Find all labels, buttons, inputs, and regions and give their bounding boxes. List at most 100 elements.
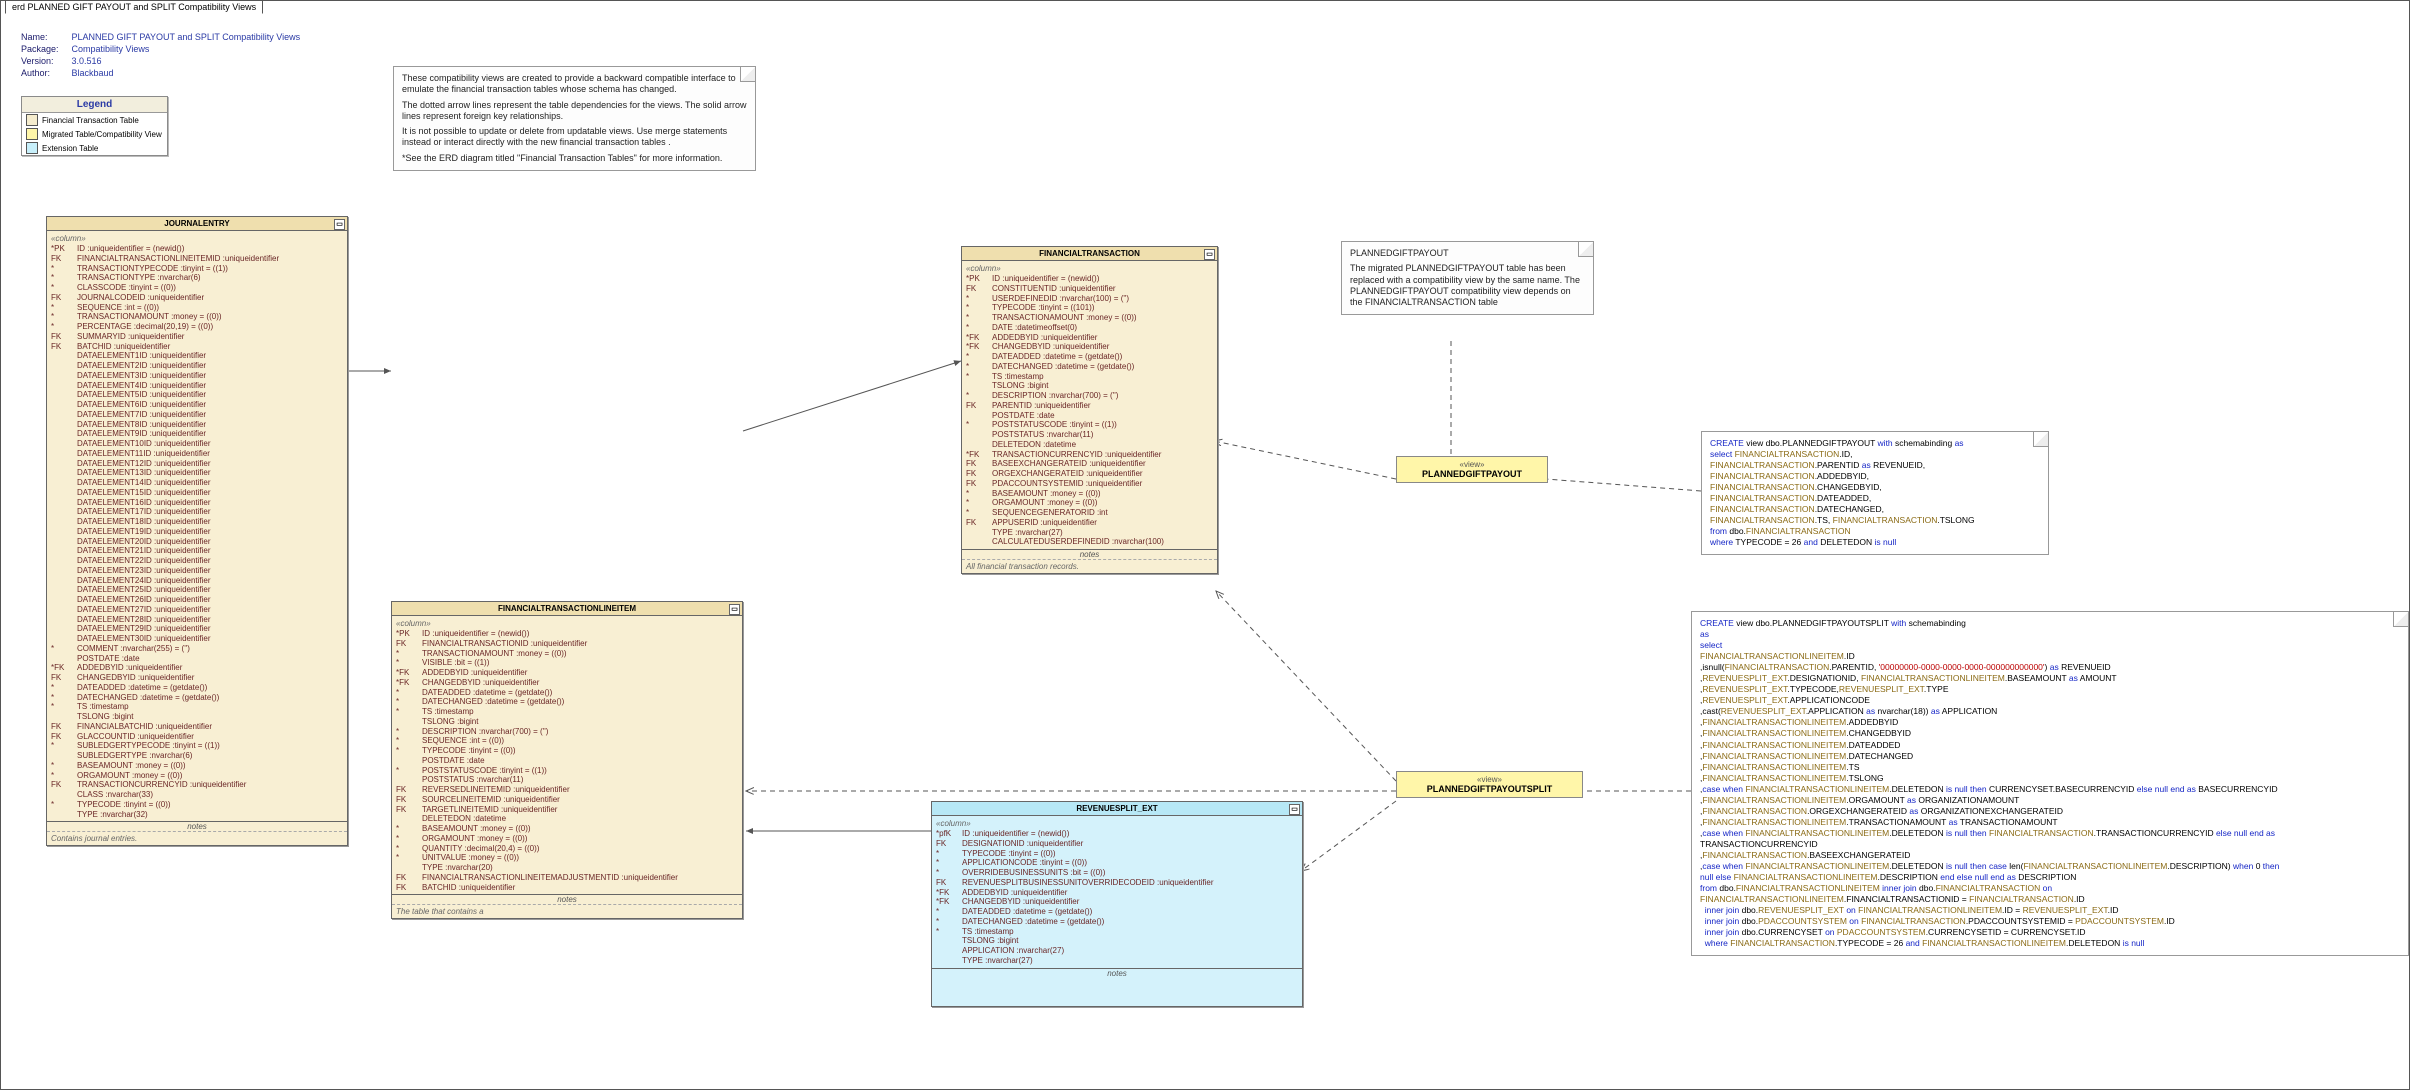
column-row: *FKCHANGEDBYID :uniqueidentifier: [966, 342, 1213, 352]
column-row: DELETEDON :datetime: [396, 814, 738, 824]
column-row: DATAELEMENT4ID :uniqueidentifier: [51, 381, 343, 391]
column-row: FKPDACCOUNTSYSTEMID :uniqueidentifier: [966, 479, 1213, 489]
column-row: FKBATCHID :uniqueidentifier: [396, 883, 738, 893]
column-row: *DATECHANGED :datetime = (getdate()): [396, 697, 738, 707]
column-row: CLASS :nvarchar(33): [51, 790, 343, 800]
column-row: TYPE :nvarchar(27): [936, 956, 1298, 966]
column-row: DATAELEMENT25ID :uniqueidentifier: [51, 585, 343, 595]
legend-box: Legend Financial Transaction Table Migra…: [21, 96, 168, 156]
entity-journalentry[interactable]: JOURNALENTRY▭ «column» *PKID :uniqueiden…: [46, 216, 348, 846]
column-row: *UNITVALUE :money = ((0)): [396, 853, 738, 863]
column-row: DATAELEMENT1ID :uniqueidentifier: [51, 351, 343, 361]
sql-plannedgiftpayout: CREATE view dbo.PLANNEDGIFTPAYOUT with s…: [1701, 431, 2049, 555]
column-row: *QUANTITY :decimal(20,4) = ((0)): [396, 844, 738, 854]
column-row: *DATEADDED :datetime = (getdate()): [966, 352, 1213, 362]
column-row: *TRANSACTIONAMOUNT :money = ((0)): [51, 312, 343, 322]
column-row: *FKTRANSACTIONCURRENCYID :uniqueidentifi…: [966, 450, 1213, 460]
column-row: *POSTSTATUSCODE :tinyint = ((1)): [396, 766, 738, 776]
column-row: FKREVENUESPLITBUSINESSUNITOVERRIDECODEID…: [936, 878, 1298, 888]
column-row: *FKCHANGEDBYID :uniqueidentifier: [936, 897, 1298, 907]
column-row: DATAELEMENT21ID :uniqueidentifier: [51, 546, 343, 556]
column-row: DELETEDON :datetime: [966, 440, 1213, 450]
column-row: *FKADDEDBYID :uniqueidentifier: [936, 888, 1298, 898]
column-row: SUBLEDGERTYPE :nvarchar(6): [51, 751, 343, 761]
column-row: DATAELEMENT27ID :uniqueidentifier: [51, 605, 343, 615]
view-plannedgiftpayout[interactable]: «view» PLANNEDGIFTPAYOUT: [1396, 456, 1548, 483]
column-row: DATAELEMENT22ID :uniqueidentifier: [51, 556, 343, 566]
column-row: *ORGAMOUNT :money = ((0)): [966, 498, 1213, 508]
column-row: FKFINANCIALTRANSACTIONLINEITEMID :unique…: [51, 254, 343, 264]
column-row: *pfKID :uniqueidentifier = (newid()): [936, 829, 1298, 839]
collapse-icon[interactable]: ▭: [729, 604, 740, 615]
column-row: *ORGAMOUNT :money = ((0)): [51, 771, 343, 781]
column-row: DATAELEMENT29ID :uniqueidentifier: [51, 624, 343, 634]
column-row: TSLONG :bigint: [936, 936, 1298, 946]
column-row: FKORGEXCHANGERATEID :uniqueidentifier: [966, 469, 1213, 479]
column-row: *SUBLEDGERTYPECODE :tinyint = ((1)): [51, 741, 343, 751]
column-row: TYPE :nvarchar(32): [51, 810, 343, 820]
column-row: DATAELEMENT9ID :uniqueidentifier: [51, 429, 343, 439]
column-row: POSTDATE :date: [396, 756, 738, 766]
column-row: APPLICATION :nvarchar(27): [936, 946, 1298, 956]
column-row: FKPARENTID :uniqueidentifier: [966, 401, 1213, 411]
column-row: *CLASSCODE :tinyint = ((0)): [51, 283, 343, 293]
column-row: *FKADDEDBYID :uniqueidentifier: [51, 663, 343, 673]
column-row: *BASEAMOUNT :money = ((0)): [966, 489, 1213, 499]
column-row: *COMMENT :nvarchar(255) = (''): [51, 644, 343, 654]
column-row: DATAELEMENT28ID :uniqueidentifier: [51, 615, 343, 625]
column-row: *DATEADDED :datetime = (getdate()): [936, 907, 1298, 917]
column-row: *SEQUENCEGENERATORID :int: [966, 508, 1213, 518]
column-row: *PKID :uniqueidentifier = (newid()): [966, 274, 1213, 284]
column-row: TSLONG :bigint: [51, 712, 343, 722]
column-row: *BASEAMOUNT :money = ((0)): [396, 824, 738, 834]
column-row: DATAELEMENT14ID :uniqueidentifier: [51, 478, 343, 488]
column-row: DATAELEMENT2ID :uniqueidentifier: [51, 361, 343, 371]
column-row: FKSUMMARYID :uniqueidentifier: [51, 332, 343, 342]
column-row: DATAELEMENT23ID :uniqueidentifier: [51, 566, 343, 576]
column-row: *TRANSACTIONAMOUNT :money = ((0)): [396, 649, 738, 659]
column-row: FKCHANGEDBYID :uniqueidentifier: [51, 673, 343, 683]
column-row: *DATECHANGED :datetime = (getdate()): [966, 362, 1213, 372]
column-row: *BASEAMOUNT :money = ((0)): [51, 761, 343, 771]
legend-title: Legend: [22, 97, 167, 113]
column-row: FKAPPUSERID :uniqueidentifier: [966, 518, 1213, 528]
column-row: FKFINANCIALTRANSACTIONID :uniqueidentifi…: [396, 639, 738, 649]
column-row: FKTARGETLINEITEMID :uniqueidentifier: [396, 805, 738, 815]
column-row: *TS :timestamp: [396, 707, 738, 717]
entity-revenuesplit-ext[interactable]: REVENUESPLIT_EXT▭ «column» *pfKID :uniqu…: [931, 801, 1303, 1007]
column-row: *TRANSACTIONTYPE :nvarchar(6): [51, 273, 343, 283]
column-row: *DESCRIPTION :nvarchar(700) = (''): [396, 727, 738, 737]
column-row: DATAELEMENT17ID :uniqueidentifier: [51, 507, 343, 517]
view-plannedgiftpayoutsplit[interactable]: «view» PLANNEDGIFTPAYOUTSPLIT: [1396, 771, 1583, 798]
sql-plannedgiftpayoutsplit: CREATE view dbo.PLANNEDGIFTPAYOUTSPLIT w…: [1691, 611, 2409, 956]
entity-rows: *PKID :uniqueidentifier = (newid()) FKFI…: [51, 244, 343, 819]
collapse-icon[interactable]: ▭: [1289, 804, 1300, 815]
column-row: *TRANSACTIONAMOUNT :money = ((0)): [966, 313, 1213, 323]
column-row: POSTDATE :date: [966, 411, 1213, 421]
column-row: *DATEADDED :datetime = (getdate()): [396, 688, 738, 698]
column-row: *TYPECODE :tinyint = ((0)): [936, 849, 1298, 859]
column-row: FKREVERSEDLINEITEMID :uniqueidentifier: [396, 785, 738, 795]
column-row: DATAELEMENT19ID :uniqueidentifier: [51, 527, 343, 537]
entity-rows: *PKID :uniqueidentifier = (newid()) FKCO…: [966, 274, 1213, 547]
collapse-icon[interactable]: ▭: [334, 219, 345, 230]
column-row: *PKID :uniqueidentifier = (newid()): [51, 244, 343, 254]
column-row: FKJOURNALCODEID :uniqueidentifier: [51, 293, 343, 303]
column-row: DATAELEMENT6ID :uniqueidentifier: [51, 400, 343, 410]
column-row: DATAELEMENT11ID :uniqueidentifier: [51, 449, 343, 459]
column-row: *ORGAMOUNT :money = ((0)): [396, 834, 738, 844]
column-row: TYPE :nvarchar(20): [396, 863, 738, 873]
column-row: FKSOURCELINEITEMID :uniqueidentifier: [396, 795, 738, 805]
column-row: DATAELEMENT5ID :uniqueidentifier: [51, 390, 343, 400]
column-row: TSLONG :bigint: [396, 717, 738, 727]
collapse-icon[interactable]: ▭: [1204, 249, 1215, 260]
entity-financialtransactionlineitem[interactable]: FINANCIALTRANSACTIONLINEITEM▭ «column» *…: [391, 601, 743, 919]
legend-swatch-ft: [26, 114, 38, 126]
column-row: POSTSTATUS :nvarchar(11): [396, 775, 738, 785]
column-row: TSLONG :bigint: [966, 381, 1213, 391]
column-row: FKGLACCOUNTID :uniqueidentifier: [51, 732, 343, 742]
column-row: DATAELEMENT30ID :uniqueidentifier: [51, 634, 343, 644]
entity-financialtransaction[interactable]: FINANCIALTRANSACTION▭ «column» *PKID :un…: [961, 246, 1218, 574]
entity-rows: *pfKID :uniqueidentifier = (newid()) FKD…: [936, 829, 1298, 966]
column-row: FKFINANCIALBATCHID :uniqueidentifier: [51, 722, 343, 732]
